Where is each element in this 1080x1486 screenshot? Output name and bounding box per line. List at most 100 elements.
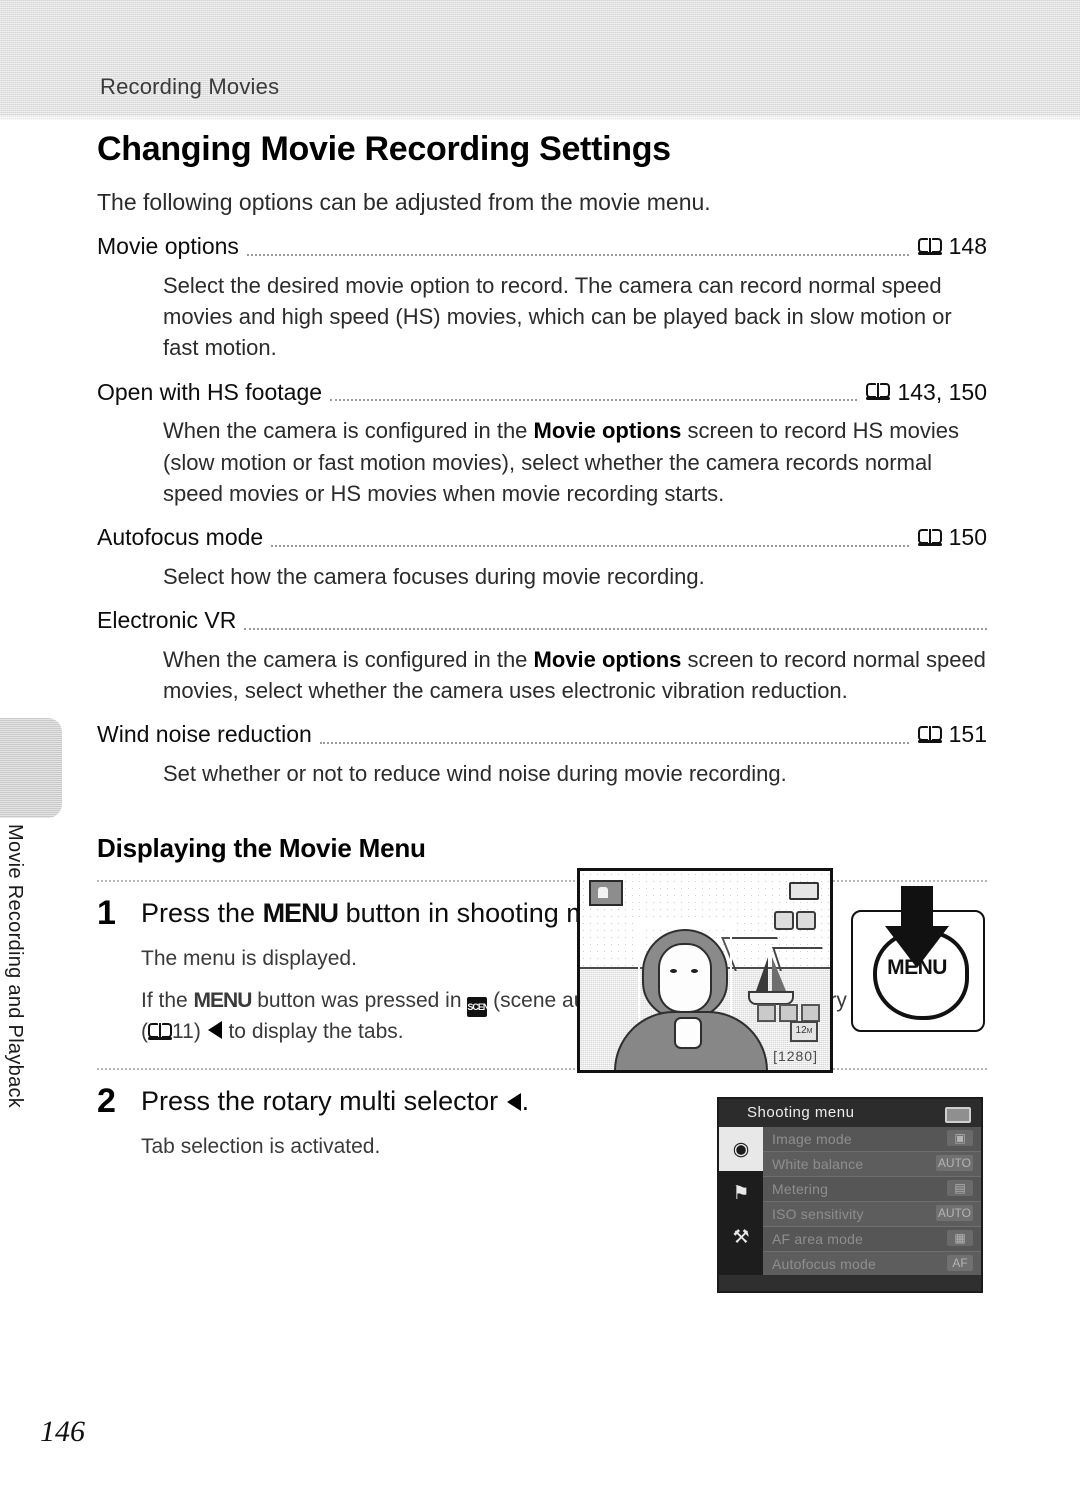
menu-row-value: AUTO xyxy=(935,1205,973,1221)
step-note-text: to display the tabs. xyxy=(222,1019,404,1043)
page-header-band: Recording Movies xyxy=(0,0,1080,120)
option-description-text: Select the desired movie option to recor… xyxy=(163,272,952,361)
option-description-bold: Movie options xyxy=(533,418,682,444)
option-description: When the camera is configured in the Mov… xyxy=(163,644,987,706)
menu-row-white-balance[interactable]: White balance AUTO xyxy=(763,1152,981,1177)
page-reference-number: 151 xyxy=(948,721,987,748)
option-block: Movie options 148 Select the desired mov… xyxy=(97,232,987,363)
menu-row-value: AUTO xyxy=(935,1155,973,1171)
menu-button-illustration: MENU xyxy=(845,868,989,1073)
page-reference-number: 143, 150 xyxy=(897,378,987,405)
tab-setup[interactable]: ⚒ xyxy=(719,1215,763,1259)
chapter-tab-label: Movie Recording and Playback xyxy=(4,824,26,1109)
option-heading-row: Wind noise reduction 151 xyxy=(97,720,987,749)
option-block: Autofocus mode 150 Select how the camera… xyxy=(97,523,987,592)
battery-icon xyxy=(789,882,819,900)
step-note-text: ) xyxy=(193,1019,207,1043)
menu-row-label: AF area mode xyxy=(772,1231,864,1247)
option-name: Electronic VR xyxy=(97,606,245,635)
leader-dots xyxy=(244,615,987,635)
option-description-text: When the camera is configured in the xyxy=(163,418,534,444)
scene-auto-selector-icon xyxy=(589,880,623,906)
menu-row-image-mode[interactable]: Image mode ▣ xyxy=(763,1127,981,1152)
menu-row-label: ISO sensitivity xyxy=(772,1206,864,1222)
person-hand xyxy=(674,1017,702,1049)
step-title-text: Press the xyxy=(141,898,263,929)
menu-row-value: ▦ xyxy=(947,1230,973,1246)
intro-paragraph: The following options can be adjusted fr… xyxy=(97,189,711,216)
menu-row-af-area-mode[interactable]: AF area mode ▦ xyxy=(763,1227,981,1252)
menu-row-label: Image mode xyxy=(772,1131,852,1147)
shooting-menu-tabs: ◉ ⚑ ⚒ xyxy=(719,1127,763,1275)
leader-dots xyxy=(319,729,909,749)
book-icon xyxy=(866,382,891,401)
step-note-text: button was pressed in xyxy=(251,988,468,1012)
menu-row-value: AF xyxy=(947,1255,973,1271)
down-arrow-icon xyxy=(885,926,949,968)
running-head: Recording Movies xyxy=(100,74,280,99)
page-reference: 143, 150 xyxy=(857,377,987,407)
menu-row-metering[interactable]: Metering ▤ xyxy=(763,1177,981,1202)
book-icon xyxy=(148,1022,172,1041)
lcd-indicator-icons xyxy=(774,911,818,931)
menu-label: MENU xyxy=(193,988,253,1012)
option-name: Wind noise reduction xyxy=(97,720,320,749)
step-note-text: If the xyxy=(141,988,194,1012)
boat-hull-icon xyxy=(748,991,794,1005)
left-arrow-icon xyxy=(506,1093,521,1112)
boat-sail-icon xyxy=(772,957,786,991)
image-quality-indicator xyxy=(757,1004,820,1022)
page-number: 146 xyxy=(40,1415,85,1448)
flash-icon xyxy=(796,911,816,930)
option-block: Wind noise reduction 151 Set whether or … xyxy=(97,720,987,789)
shooting-menu-rows: Image mode ▣ White balance AUTO Metering… xyxy=(763,1127,981,1291)
leader-dots xyxy=(246,241,909,261)
option-name: Autofocus mode xyxy=(97,523,272,552)
step1-figures: 12M [1280] MENU xyxy=(577,868,989,1073)
book-icon xyxy=(917,528,942,547)
menu-row-value: ▤ xyxy=(947,1180,973,1196)
step-title-text: Press the rotary multi selector xyxy=(141,1086,506,1117)
menu-row-label: Autofocus mode xyxy=(772,1256,876,1272)
camera-icon: ◉ xyxy=(732,1138,750,1160)
menu-row-autofocus-mode[interactable]: Autofocus mode AF xyxy=(763,1252,981,1277)
option-description-bold: Movie options xyxy=(533,646,682,672)
camera-lcd-illustration: 12M [1280] xyxy=(577,868,833,1073)
down-arrow-icon xyxy=(901,886,933,930)
option-heading-row: Open with HS footage 143, 150 xyxy=(97,377,987,407)
macro-icon xyxy=(774,911,794,930)
shooting-menu-titlebar: Shooting menu xyxy=(719,1099,981,1128)
page-reference-number: 150 xyxy=(948,524,987,551)
option-description: Set whether or not to reduce wind noise … xyxy=(163,758,987,789)
menu-row-iso-sensitivity[interactable]: ISO sensitivity AUTO xyxy=(763,1202,981,1227)
option-heading-row: Electronic VR xyxy=(97,606,987,635)
book-icon xyxy=(917,237,942,256)
option-name: Open with HS footage xyxy=(97,377,331,407)
movie-icon: ⚑ xyxy=(732,1182,750,1204)
option-description: Select the desired movie option to recor… xyxy=(163,270,987,364)
leader-dots xyxy=(271,532,909,552)
tab-shooting[interactable]: ◉ xyxy=(719,1127,763,1171)
shooting-menu-title: Shooting menu xyxy=(747,1104,855,1121)
step-number: 2 xyxy=(97,1082,116,1121)
shooting-menu-footer xyxy=(719,1275,981,1291)
person-face xyxy=(658,943,712,1013)
tab-movie[interactable]: ⚑ xyxy=(719,1171,763,1215)
page-reference: 150 xyxy=(908,523,987,552)
menu-row-value: ▣ xyxy=(947,1130,973,1146)
option-block: Open with HS footage 143, 150 When the c… xyxy=(97,377,987,509)
option-name: Movie options xyxy=(97,232,247,261)
menu-label: MENU xyxy=(262,898,339,929)
subsection-title: Displaying the Movie Menu xyxy=(97,833,426,864)
image-size-indicator: 12M xyxy=(790,1021,818,1042)
option-heading-row: Movie options 148 xyxy=(97,232,987,261)
option-description-text: Select how the camera focuses during mov… xyxy=(163,563,705,589)
shooting-menu-illustration: Shooting menu ◉ ⚑ ⚒ Image mode ▣ White b… xyxy=(717,1097,983,1293)
step-title-text: . xyxy=(521,1086,530,1117)
shots-remaining-indicator: [1280] xyxy=(773,1048,818,1064)
option-heading-row: Autofocus mode 150 xyxy=(97,523,987,552)
option-description-text: Set whether or not to reduce wind noise … xyxy=(163,761,787,786)
step-number: 1 xyxy=(97,894,116,933)
option-description-text: When the camera is configured in the xyxy=(163,646,534,672)
page-reference-number: 11 xyxy=(172,1019,194,1043)
